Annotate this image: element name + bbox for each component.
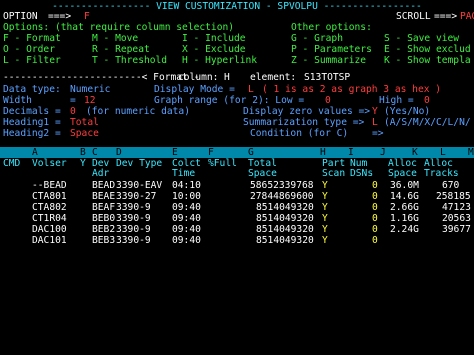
col-num-dsns: DSNs — [350, 168, 374, 179]
col-letter-j[interactable]: J — [380, 147, 386, 158]
col-total-space: Space — [248, 168, 277, 179]
condition-label: Condition (for C) — [250, 128, 349, 139]
cell-adr: BEB3 — [92, 235, 116, 246]
col-letter-m[interactable]: M — [468, 147, 474, 158]
column-letter-bar: A B C D E F G H I J K L M — [0, 147, 474, 158]
col-alloc-space-2: Space — [388, 168, 417, 179]
col-colct-time: Time — [172, 168, 196, 179]
cell-devtype: 3390-9 — [116, 235, 151, 246]
col-letter-a[interactable]: A — [32, 147, 38, 158]
option-show-templates[interactable]: K - Show templa — [384, 55, 471, 67]
col-letter-h[interactable]: H — [320, 147, 326, 158]
col-letter-b[interactable]: B — [80, 147, 86, 158]
col-letter-c[interactable]: C — [92, 147, 98, 158]
col-alloc-tracks-2: Tracks — [424, 168, 459, 179]
col-letter-f[interactable]: F — [208, 147, 214, 158]
element-value: S13TOTSP — [304, 72, 351, 83]
element-label: element: — [250, 72, 297, 83]
column-value: H — [224, 72, 230, 83]
condition-arrow: => — [372, 128, 384, 139]
option-filter[interactable]: L - Filter — [3, 55, 61, 67]
option-hyperlink[interactable]: H - Hyperlink — [182, 55, 257, 67]
cell-part-scan: Y — [322, 235, 328, 246]
heading2-input[interactable]: Space — [70, 128, 99, 140]
option-summarize[interactable]: Z - Summarize — [291, 55, 366, 67]
format-banner-left: ------------------------< Format - — [3, 72, 200, 83]
options-row-3: L - Filter T - Threshold H - Hyperlink Z… — [0, 55, 474, 67]
col-letter-e[interactable]: E — [172, 147, 178, 158]
cell-volser: DAC101 — [32, 235, 67, 246]
table-row[interactable]: DAC101 BEB3 3390-9 09:40 8514049320 Y 0 — [0, 235, 474, 247]
option-threshold[interactable]: T - Threshold — [92, 55, 167, 67]
col-letter-l[interactable]: L — [440, 147, 446, 158]
format-row-heading2: Heading2 = Space Condition (for C) => — [0, 128, 474, 140]
col-dev-adr: Adr — [92, 168, 110, 179]
col-part-scan: Scan — [322, 168, 346, 179]
heading2-label: Heading2 = — [3, 128, 61, 139]
col-letter-i[interactable]: I — [348, 147, 354, 158]
cell-time: 09:40 — [172, 235, 201, 246]
col-letter-g[interactable]: G — [248, 147, 254, 158]
format-banner: ------------------------< Format - colum… — [0, 72, 474, 84]
col-letter-k[interactable]: K — [412, 147, 418, 158]
column-label: column: — [178, 72, 219, 83]
cell-total-space: 8514049320 — [256, 235, 314, 246]
table-header-2: Adr Time Space Scan DSNs Space Tracks — [0, 168, 474, 180]
cell-num-dsns: 0 — [372, 235, 378, 246]
col-letter-d[interactable]: D — [116, 147, 122, 158]
